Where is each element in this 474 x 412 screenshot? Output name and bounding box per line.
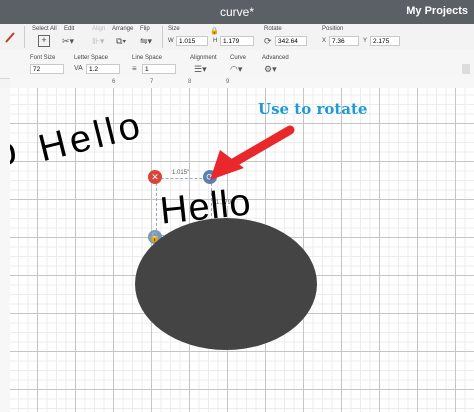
ruler-tick: 8	[188, 79, 192, 85]
ruler-tick: 9	[226, 79, 230, 85]
line-space-label: Line Space	[132, 55, 163, 61]
select-all-label: Select All	[32, 26, 57, 32]
collapse-handle[interactable]	[462, 64, 470, 74]
my-projects-link[interactable]: My Projects	[406, 5, 468, 17]
document-title: curve*	[219, 5, 254, 19]
red-arrow-annotation	[210, 125, 295, 180]
advanced-label: Advanced	[262, 55, 289, 61]
divider	[162, 26, 163, 48]
y-prefix: Y	[363, 38, 368, 44]
advanced-icon[interactable]: ⚙▾	[264, 64, 277, 74]
ruler-tick: 6	[112, 79, 116, 85]
rotate-label: Rotate	[264, 26, 282, 32]
text-hello-selected[interactable]: Hello	[158, 181, 254, 233]
lock-icon[interactable]: 🔒	[210, 27, 219, 37]
align-icon: ⊪▾	[92, 36, 105, 46]
edit-toolbar: Select All + Edit ✂▾ Align ⊪▾ Arrange ⧉▾…	[0, 24, 474, 50]
title-bar: curve* My Projects	[0, 0, 474, 24]
rotate-handle[interactable]: ⟳	[203, 170, 217, 184]
flip-icon[interactable]: ⇋▾	[140, 36, 152, 46]
arrange-icon[interactable]: ⧉▾	[116, 36, 126, 46]
font-size-label: Font Size	[30, 55, 56, 61]
width-input[interactable]: 1.015	[176, 36, 208, 46]
text-toolbar: Font Size 72 Letter Space VA 1.2 Line Sp…	[0, 50, 474, 79]
x-prefix: X	[322, 38, 327, 44]
letter-space-input[interactable]: 1.2	[86, 64, 120, 74]
rotate-input[interactable]: 342.64	[275, 36, 307, 46]
x-input[interactable]: 7.36	[329, 36, 359, 46]
arrange-label: Arrange	[112, 26, 134, 32]
alignment-label: Alignment	[190, 55, 217, 61]
text-hello-curved[interactable]: Hello	[34, 104, 148, 172]
alignment-icon[interactable]: ☰▾	[194, 64, 207, 74]
divider	[24, 26, 25, 48]
lock-handle[interactable]: 🔓	[148, 230, 162, 244]
rotate-callout-text: Use to rotate	[258, 100, 368, 118]
position-label: Position	[322, 26, 344, 32]
delete-handle[interactable]: ✕	[148, 170, 162, 184]
pen-icon[interactable]	[4, 30, 16, 43]
scissors-icon[interactable]: ✂▾	[62, 36, 74, 46]
flip-label: Flip	[140, 26, 150, 32]
curve-icon[interactable]: ◠▾	[230, 64, 242, 74]
edit-label: Edit	[64, 26, 75, 32]
width-measure: 1.015"	[172, 170, 190, 176]
ellipse-shape	[135, 218, 317, 350]
letter-space-icon: VA	[74, 65, 83, 72]
height-input[interactable]: 1.179	[220, 36, 254, 46]
resize-handle[interactable]: ⤡	[203, 230, 217, 244]
design-canvas[interactable]: o Hello 1.015" 1.179" Hello ✕ ⟳ 🔓 ⤡ Use …	[10, 88, 474, 412]
width-prefix: W	[168, 38, 174, 44]
select-all-icon[interactable]: +	[38, 35, 50, 47]
rotate-icon: ⟳	[264, 36, 272, 46]
letter-space-label: Letter Space	[74, 55, 109, 61]
ruler-tick: 7	[150, 79, 154, 85]
y-input[interactable]: 2.175	[370, 36, 400, 46]
size-label: Size	[168, 26, 180, 32]
height-prefix: H	[213, 38, 218, 44]
line-space-icon: ≡	[132, 64, 137, 73]
line-space-input[interactable]: 1	[142, 64, 176, 74]
text-hello-offscreen[interactable]: o	[10, 129, 19, 177]
curve-label: Curve	[230, 55, 247, 61]
font-size-input[interactable]: 72	[30, 64, 64, 74]
align-label: Align	[92, 26, 106, 32]
